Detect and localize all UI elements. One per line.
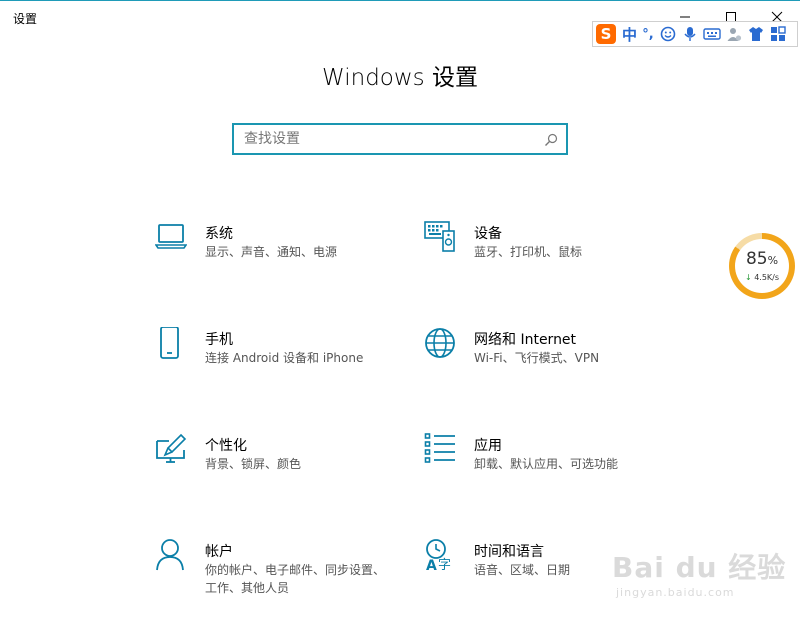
category-title: 个性化 bbox=[205, 438, 247, 454]
user-center-icon[interactable] bbox=[725, 25, 743, 43]
category-title: 时间和语言 bbox=[474, 544, 544, 560]
search-box[interactable] bbox=[232, 123, 568, 155]
category-title: 应用 bbox=[474, 438, 502, 454]
speed-percent: 85% bbox=[745, 249, 779, 269]
ime-toolbar: S 中 °, bbox=[592, 21, 798, 47]
svg-text:字: 字 bbox=[438, 558, 451, 571]
time-language-icon: A字 bbox=[424, 539, 456, 574]
category-description: 连接 Android 设备和 iPhone bbox=[205, 351, 364, 365]
category-description: 显示、声音、通知、电源 bbox=[205, 245, 338, 259]
search-icon[interactable] bbox=[544, 132, 558, 151]
category-title: 设备 bbox=[474, 226, 502, 242]
sogou-logo-icon[interactable]: S bbox=[596, 24, 616, 44]
microphone-icon[interactable] bbox=[681, 25, 699, 43]
devices-icon bbox=[424, 221, 456, 253]
category-description: 蓝牙、打印机、鼠标 bbox=[474, 245, 583, 259]
keyboard-icon[interactable] bbox=[703, 25, 721, 43]
download-arrow-icon: ↓ bbox=[744, 273, 752, 282]
watermark-url: jingyan.baidu.com bbox=[616, 586, 735, 599]
category-accounts[interactable]: 帐户 你的帐户、电子邮件、同步设置、工作、其他人员 bbox=[155, 539, 395, 599]
category-title: 手机 bbox=[205, 332, 233, 348]
category-personalization[interactable]: 个性化 背景、锁屏、颜色 bbox=[155, 433, 395, 493]
globe-icon bbox=[424, 327, 456, 359]
settings-window: 设置 S 中 °, Windows 设置 查找设置 系统 显示、声音、通知、电源… bbox=[0, 0, 800, 632]
laptop-icon bbox=[154, 221, 188, 253]
category-description: Wi-Fi、飞行模式、VPN bbox=[474, 351, 600, 365]
account-icon bbox=[155, 539, 187, 571]
emoji-icon[interactable] bbox=[659, 25, 677, 43]
watermark-logo-text: Bai du 经验 bbox=[612, 551, 787, 584]
network-speed-widget[interactable]: 85% ↓ 4.5K/s bbox=[729, 233, 795, 299]
speed-rate: ↓ 4.5K/s bbox=[744, 273, 780, 282]
category-description: 背景、锁屏、颜色 bbox=[205, 457, 302, 471]
phone-icon bbox=[155, 326, 187, 359]
page-title: Windows 设置 bbox=[322, 65, 478, 91]
ime-punctuation-toggle[interactable]: °, bbox=[641, 27, 655, 42]
category-phone[interactable]: 手机 连接 Android 设备和 iPhone bbox=[155, 326, 395, 387]
baidu-jingyan-watermark: Bai du 经验 jingyan.baidu.com bbox=[612, 546, 792, 616]
category-title: 网络和 Internet bbox=[474, 332, 577, 348]
personalization-icon bbox=[155, 433, 187, 465]
category-network[interactable]: 网络和 Internet Wi-Fi、飞行模式、VPN bbox=[424, 327, 664, 387]
apps-icon bbox=[424, 433, 456, 465]
search-input[interactable] bbox=[244, 129, 534, 149]
category-system[interactable]: 系统 显示、声音、通知、电源 bbox=[154, 221, 395, 281]
category-description: 卸载、默认应用、可选功能 bbox=[474, 457, 619, 471]
speed-widget-inner: 85% ↓ 4.5K/s bbox=[735, 239, 789, 293]
window-title: 设置 bbox=[13, 12, 38, 26]
category-apps[interactable]: 应用 卸载、默认应用、可选功能 bbox=[424, 433, 664, 493]
category-devices[interactable]: 设备 蓝牙、打印机、鼠标 bbox=[424, 221, 664, 281]
toolbox-grid-icon[interactable] bbox=[769, 25, 787, 43]
category-description: 你的帐户、电子邮件、同步设置、工作、其他人员 bbox=[205, 563, 386, 595]
ime-mode-toggle[interactable]: 中 bbox=[622, 24, 637, 45]
skin-shirt-icon[interactable] bbox=[747, 25, 765, 43]
category-title: 帐户 bbox=[205, 544, 233, 560]
svg-text:A: A bbox=[426, 558, 437, 571]
category-title: 系统 bbox=[205, 226, 233, 242]
